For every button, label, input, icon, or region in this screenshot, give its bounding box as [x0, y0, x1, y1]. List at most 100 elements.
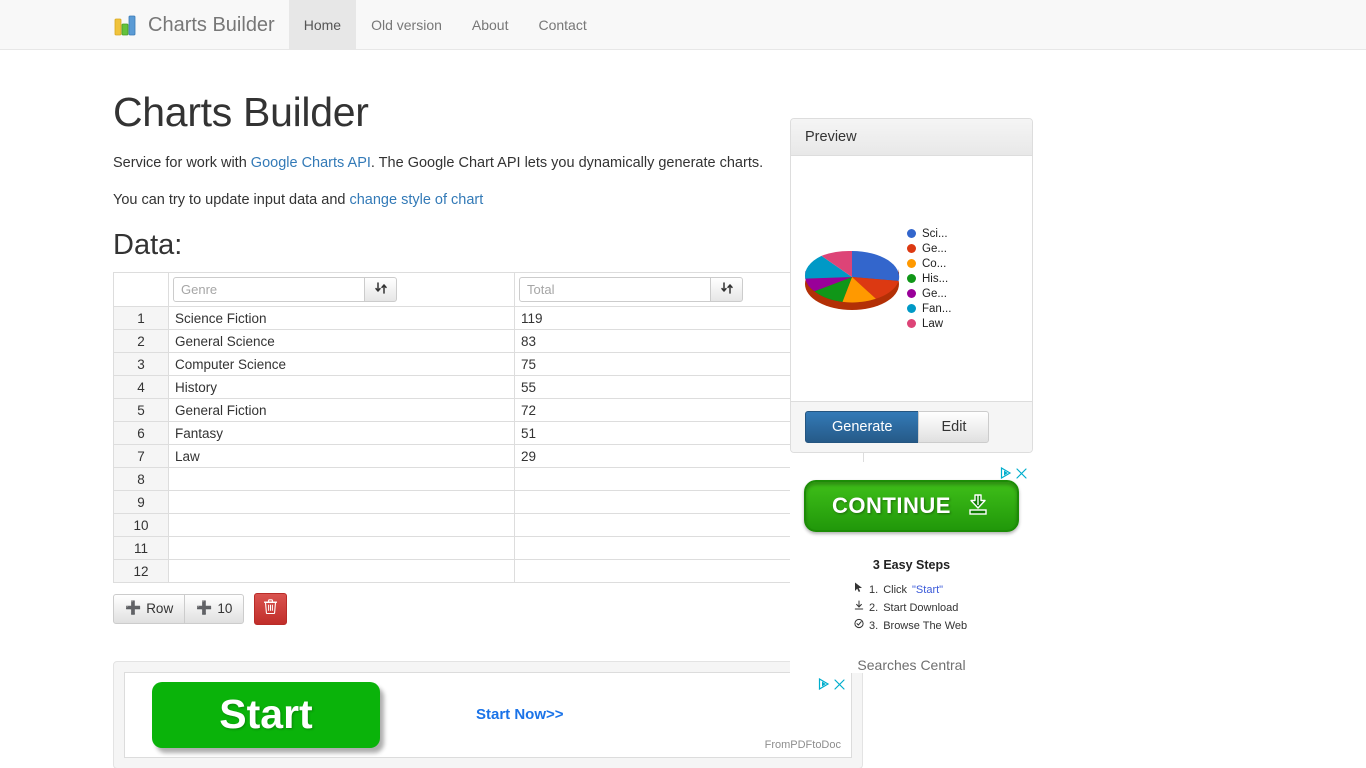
cursor-icon	[854, 581, 864, 599]
intro-paragraph: Service for work with Google Charts API.…	[113, 153, 780, 174]
sort-button-total[interactable]	[710, 277, 743, 303]
table-row: 9	[113, 490, 864, 515]
legend-label: Fan...	[922, 302, 952, 315]
cell-genre[interactable]	[168, 513, 515, 538]
ad-step-number: 3.	[869, 620, 879, 633]
table-row: 10	[113, 513, 864, 538]
cell-genre[interactable]: General Fiction	[168, 398, 515, 423]
generate-button[interactable]: Generate	[805, 411, 920, 443]
adchoices-icon[interactable]	[1000, 466, 1012, 482]
legend-color-swatch	[907, 304, 916, 313]
ad-brand-label: Searches Central	[857, 657, 966, 674]
legend-item: Law	[907, 318, 951, 330]
bottom-ad-inner[interactable]: Start Start Now>> FromPDFtoDoc	[124, 671, 852, 758]
check-icon	[854, 617, 864, 635]
ad-step-link[interactable]: "Start"	[912, 581, 943, 599]
brand-link[interactable]: Charts Builder	[113, 0, 289, 49]
cell-genre[interactable]	[168, 536, 515, 561]
cell-genre[interactable]: Computer Science	[168, 352, 515, 377]
cell-genre[interactable]: Fantasy	[168, 421, 515, 446]
cell-genre[interactable]: Law	[168, 444, 515, 469]
edit-button[interactable]: Edit	[918, 411, 990, 443]
table-row: 12	[113, 559, 864, 584]
ad-step-item: 2. Start Download	[790, 599, 1033, 617]
legend-item: Ge...	[907, 288, 951, 300]
table-row: 7 Law 29	[113, 444, 864, 469]
preview-panel-footer: Generate Edit	[791, 401, 1032, 452]
cell-genre[interactable]	[168, 467, 515, 492]
cell-genre[interactable]: History	[168, 375, 515, 400]
bottom-ad-choices	[818, 677, 845, 693]
sort-button-genre[interactable]	[364, 277, 397, 303]
cell-genre[interactable]	[168, 490, 515, 515]
legend-color-swatch	[907, 319, 916, 328]
legend-item: Fan...	[907, 303, 951, 315]
plus-icon: ➕	[196, 600, 213, 616]
add-row-button[interactable]: ➕ Row	[113, 594, 186, 624]
ad-start-button[interactable]: Start	[152, 681, 380, 748]
add-row-label: Row	[146, 601, 174, 617]
nav-item-old-version[interactable]: Old version	[356, 0, 457, 49]
pie-chart-area: Sci... Ge... Co... His... Ge... Fan... L…	[799, 228, 1024, 330]
nav-item-about[interactable]: About	[457, 0, 524, 49]
add-ten-rows-button[interactable]: ➕ 10	[184, 594, 245, 624]
adchoices-icon[interactable]	[818, 677, 830, 693]
column-name-input-genre[interactable]	[173, 277, 365, 303]
nav-item-contact[interactable]: Contact	[523, 0, 601, 49]
side-ad-choices	[1000, 466, 1027, 482]
google-charts-api-link[interactable]: Google Charts API	[251, 155, 371, 171]
delete-rows-button[interactable]	[254, 593, 288, 625]
cell-genre[interactable]	[168, 559, 515, 584]
header-corner-cell	[113, 272, 169, 308]
ad-step-item: 3. Browse The Web	[790, 617, 1033, 635]
intro-suffix: . The Google Chart API lets you dynamica…	[370, 155, 764, 172]
ad-continue-button[interactable]: CONTINUE	[804, 480, 1019, 532]
page-title: Charts Builder	[113, 89, 369, 135]
ad-step-number: 2.	[869, 602, 879, 615]
row-number: 7	[113, 444, 169, 469]
bar-chart-logo-icon	[113, 12, 139, 38]
legend-label: His...	[922, 272, 949, 285]
table-row: 3 Computer Science 75	[113, 352, 864, 377]
preview-panel-body: Sci... Ge... Co... His... Ge... Fan... L…	[791, 156, 1032, 401]
legend-item: Ge...	[907, 243, 951, 255]
ad-start-now-link[interactable]: Start Now>>	[476, 706, 564, 723]
table-row: 6 Fantasy 51	[113, 421, 864, 446]
intro-prefix: Service for work with	[113, 155, 251, 172]
close-icon[interactable]	[1016, 466, 1027, 482]
sidebar-advertisement: CONTINUE 3 Easy Steps 1. Click "Start" 2…	[790, 462, 1033, 674]
ad-step-text: Click	[883, 584, 908, 596]
cell-genre[interactable]: General Science	[168, 329, 515, 354]
nav-item-home[interactable]: Home	[288, 0, 357, 49]
sort-updown-icon	[374, 281, 388, 298]
header-cell-genre	[168, 272, 515, 308]
bottom-advertisement: Start Start Now>> FromPDFtoDoc	[113, 660, 863, 768]
legend-color-swatch	[907, 229, 916, 238]
row-number: 4	[113, 375, 169, 400]
legend-label: Ge...	[922, 242, 947, 255]
row-number: 5	[113, 398, 169, 423]
change-style-link[interactable]: change style of chart	[349, 192, 483, 208]
trash-icon	[264, 599, 278, 619]
preview-mode-buttons: Generate Edit	[805, 411, 990, 443]
plus-icon: ➕	[125, 600, 142, 616]
table-row: 2 General Science 83	[113, 329, 864, 354]
legend-label: Co...	[922, 257, 947, 270]
download-icon	[854, 599, 864, 617]
ad-step-text: Start Download	[883, 602, 959, 615]
close-icon[interactable]	[834, 677, 845, 693]
column-name-input-total[interactable]	[519, 277, 711, 303]
data-section-heading: Data:	[113, 229, 183, 262]
legend-item: Co...	[907, 258, 951, 270]
ad-step-item: 1. Click "Start"	[790, 581, 1033, 599]
row-number: 1	[113, 306, 169, 331]
top-navbar: Charts Builder Home Old version About Co…	[0, 0, 1366, 50]
pie-chart-legend: Sci... Ge... Co... His... Ge... Fan... L…	[907, 228, 951, 330]
table-toolbar: ➕ Row ➕ 10	[113, 593, 863, 625]
secondary-prefix: You can try to update input data and	[113, 192, 350, 209]
row-number: 8	[113, 467, 169, 492]
row-number: 11	[113, 536, 169, 561]
ad-steps-title: 3 Easy Steps	[872, 558, 951, 572]
ad-step-number: 1.	[869, 584, 879, 596]
cell-genre[interactable]: Science Fiction	[168, 306, 515, 331]
